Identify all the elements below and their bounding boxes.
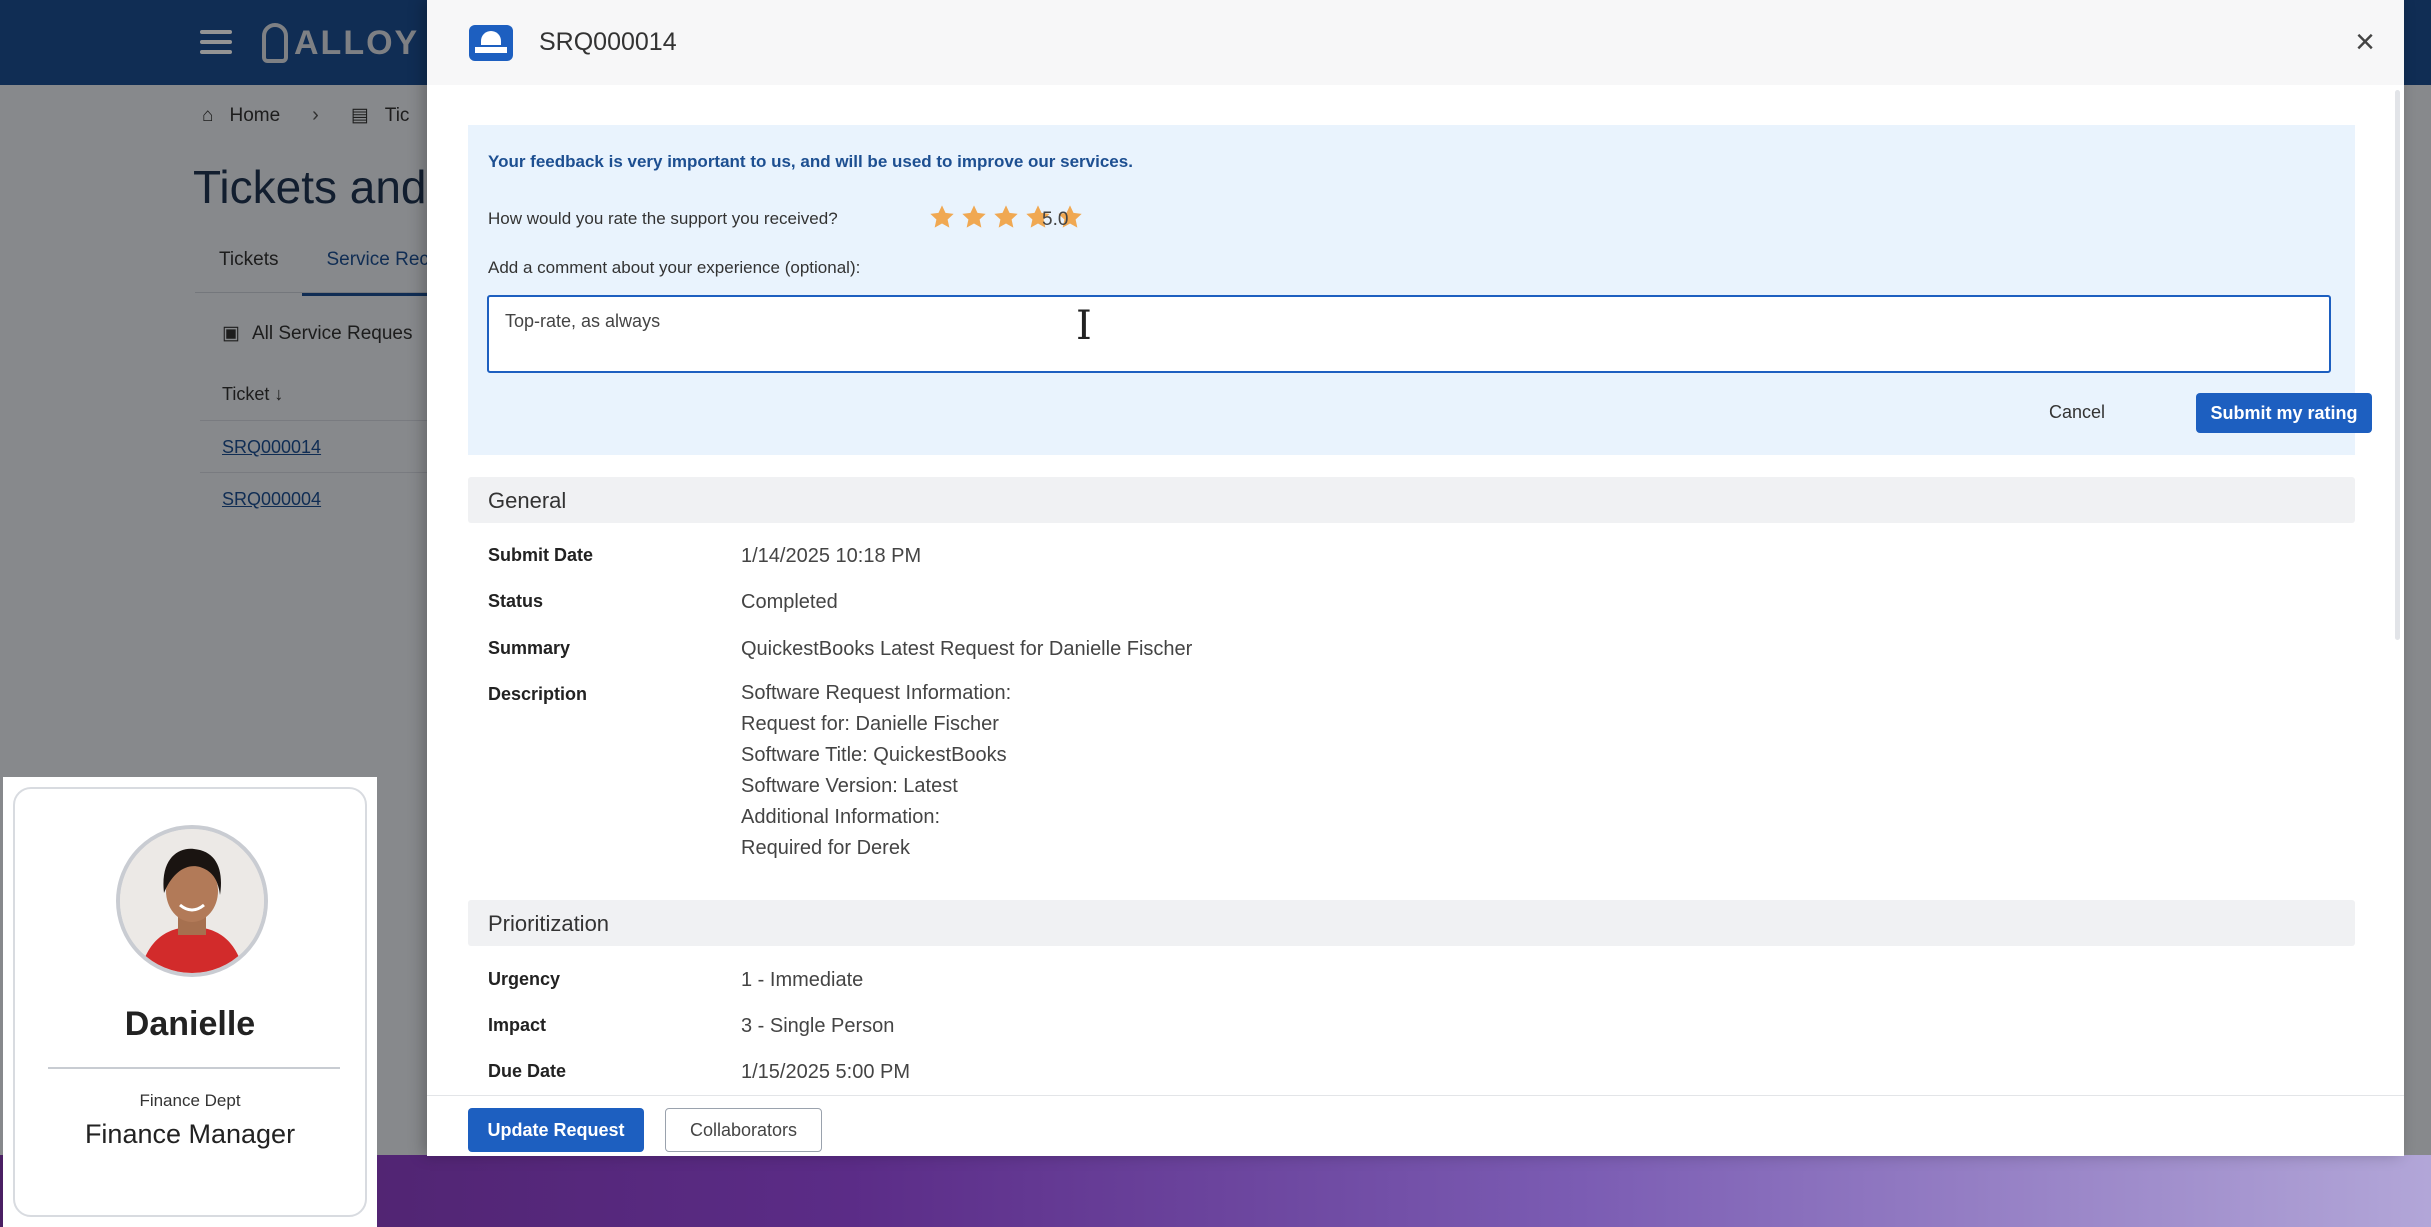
rating-question: How would you rate the support you recei… bbox=[488, 209, 838, 228]
star-icon[interactable] bbox=[960, 203, 988, 231]
submit-date-value: 1/14/2025 10:18 PM bbox=[741, 545, 922, 567]
urgency-value: 1 - Immediate bbox=[741, 969, 864, 991]
drawer-title: SRQ000014 bbox=[539, 28, 677, 56]
star-icon[interactable] bbox=[992, 203, 1020, 231]
description-line: Required for Derek bbox=[741, 837, 910, 859]
impact-value: 3 - Single Person bbox=[741, 1015, 895, 1037]
urgency-label: Urgency bbox=[488, 969, 561, 989]
feedback-panel: Your feedback is very important to us, a… bbox=[468, 125, 2372, 455]
update-request-button[interactable]: Update Request bbox=[468, 1108, 644, 1152]
text-cursor-icon: I bbox=[1076, 303, 1092, 349]
drawer-header: SRQ000014 × bbox=[427, 0, 2404, 85]
profile-role: Finance Manager bbox=[84, 1119, 296, 1149]
collaborators-button[interactable]: Collaborators bbox=[665, 1108, 822, 1152]
prioritization-section-header[interactable]: Prioritization bbox=[468, 900, 2355, 946]
scrollbar[interactable] bbox=[2395, 90, 2400, 640]
status-label: Status bbox=[488, 591, 544, 611]
feedback-heading: Your feedback is very important to us, a… bbox=[488, 152, 1133, 171]
profile-dept: Finance Dept bbox=[139, 1091, 241, 1110]
description-line: Request for: Danielle Fischer bbox=[741, 713, 999, 735]
close-icon[interactable]: × bbox=[2349, 25, 2381, 59]
profile-card: Danielle Finance Dept Finance Manager bbox=[3, 777, 377, 1227]
submit-rating-button[interactable]: Submit my rating bbox=[2196, 393, 2372, 433]
profile-divider bbox=[48, 1067, 340, 1069]
drawer-body: Your feedback is very important to us, a… bbox=[427, 85, 2404, 1095]
summary-label: Summary bbox=[488, 638, 571, 658]
description-line: Software Version: Latest bbox=[741, 775, 958, 797]
comment-input[interactable]: Top-rate, as always bbox=[487, 295, 2331, 373]
rating-value: 5.0 bbox=[1042, 209, 1069, 230]
ticket-drawer: SRQ000014 × Your feedback is very import… bbox=[427, 0, 2404, 1156]
service-request-icon bbox=[469, 25, 513, 61]
due-date-label: Due Date bbox=[488, 1061, 567, 1081]
description-line: Software Request Information: bbox=[741, 682, 1012, 704]
star-icon[interactable] bbox=[928, 203, 956, 231]
description-value: Software Request Information: Request fo… bbox=[741, 678, 1011, 864]
description-line: Additional Information: bbox=[741, 806, 941, 828]
cancel-button[interactable]: Cancel bbox=[2049, 402, 2105, 423]
comment-label: Add a comment about your experience (opt… bbox=[488, 258, 861, 277]
submit-date-label: Submit Date bbox=[488, 545, 594, 565]
avatar bbox=[116, 825, 268, 977]
impact-label: Impact bbox=[488, 1015, 547, 1035]
due-date-value: 1/15/2025 5:00 PM bbox=[741, 1061, 911, 1083]
profile-name: Danielle bbox=[124, 1005, 256, 1043]
drawer-footer: Update Request Collaborators bbox=[427, 1095, 2404, 1156]
description-line: Software Title: QuickestBooks bbox=[741, 744, 1007, 766]
description-label: Description bbox=[488, 684, 588, 704]
general-section-header[interactable]: General bbox=[468, 477, 2355, 523]
status-value: Completed bbox=[741, 591, 838, 613]
summary-value: QuickestBooks Latest Request for Daniell… bbox=[741, 638, 1193, 660]
